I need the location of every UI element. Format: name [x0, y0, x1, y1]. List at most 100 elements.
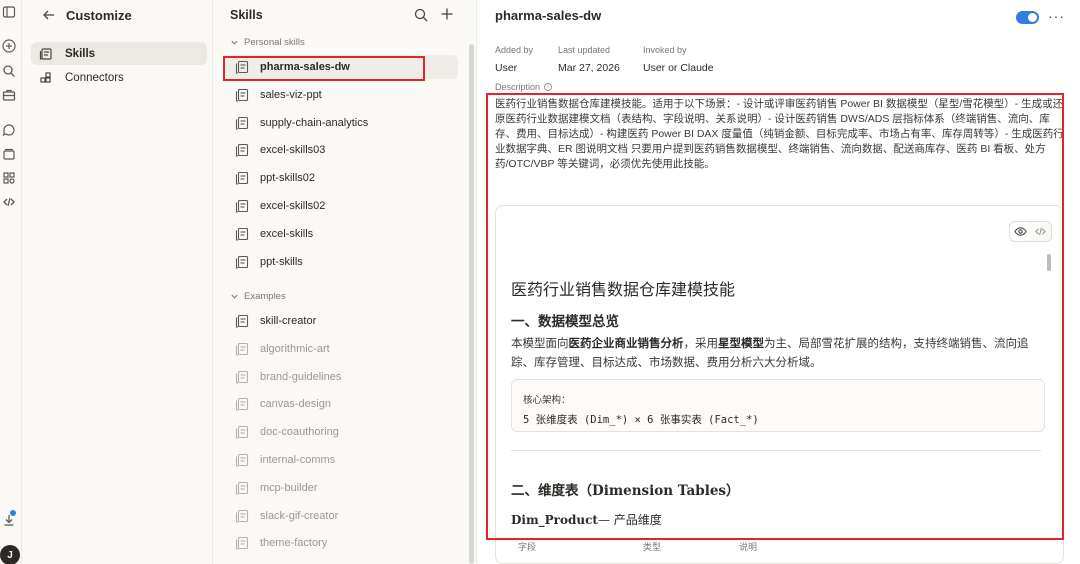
- table-header-cell: 类型: [643, 542, 662, 552]
- info-icon[interactable]: i: [544, 83, 553, 91]
- skill-item-algorithmic-art[interactable]: algorithmic-art: [224, 337, 458, 361]
- section-examples[interactable]: Examples: [230, 291, 286, 302]
- meta-added-by: Added by User: [495, 45, 533, 74]
- skill-enabled-toggle[interactable]: [1016, 11, 1039, 24]
- briefcase-icon[interactable]: [1, 87, 17, 103]
- skill-item-label: algorithmic-art: [260, 342, 330, 355]
- skill-item-brand-guidelines[interactable]: brand-guidelines: [224, 365, 458, 389]
- skills-list-panel: Skills Personal skills pharma-sales-dw sa…: [213, 0, 477, 564]
- meta-invoked-by: Invoked by User or Claude: [643, 45, 714, 74]
- section-personal-skills[interactable]: Personal skills: [230, 37, 305, 48]
- skill-item-excel-skills02[interactable]: excel-skills02: [224, 194, 458, 218]
- skill-item-label: internal-comms: [260, 454, 336, 466]
- search-icon[interactable]: [413, 7, 429, 23]
- list-scrollbar[interactable]: [469, 44, 474, 564]
- skill-item-theme-factory[interactable]: theme-factory: [224, 531, 458, 555]
- meta-value: Mar 27, 2026: [558, 62, 620, 74]
- skill-item-label: ppt-skills02: [260, 172, 316, 185]
- icon-rail: J: [0, 0, 22, 564]
- skill-item-label: skill-creator: [260, 315, 317, 327]
- stack-icon[interactable]: [1, 146, 17, 162]
- skill-item-excel-skills03[interactable]: excel-skills03: [224, 138, 458, 162]
- skill-detail-panel: pharma-sales-dw ··· Added by User Last u…: [478, 0, 1080, 564]
- skill-file-icon: [235, 255, 249, 269]
- code-icon[interactable]: [1, 194, 17, 210]
- skill-item-excel-skills[interactable]: excel-skills: [224, 222, 458, 246]
- avatar[interactable]: J: [0, 545, 20, 564]
- skill-item-label: ppt-skills: [260, 255, 303, 268]
- nav-item-label: Connectors: [65, 71, 124, 84]
- skill-item-doc-coauthoring[interactable]: doc-coauthoring: [224, 420, 458, 444]
- customize-title: Customize: [66, 8, 132, 23]
- skill-item-label: excel-skills: [260, 227, 314, 240]
- skill-item-label: slack-gif-creator: [260, 509, 339, 522]
- skill-item-internal-comms[interactable]: internal-comms: [224, 448, 458, 472]
- skill-item-label: supply-chain-analytics: [260, 116, 369, 129]
- skill-item-label: canvas-design: [260, 398, 331, 411]
- skill-file-icon: [235, 227, 249, 241]
- skill-item-mcp-builder[interactable]: mcp-builder: [224, 476, 458, 500]
- skill-file-icon: [235, 88, 249, 102]
- skill-item-label: theme-factory: [260, 537, 328, 550]
- skill-item-label: excel-skills02: [260, 200, 326, 212]
- skill-item-label: excel-skills03: [260, 144, 326, 157]
- skill-item-slack-gif-creator[interactable]: slack-gif-creator: [224, 504, 458, 528]
- skill-item-label: sales-viz-ppt: [260, 88, 322, 101]
- back-arrow-icon[interactable]: [41, 7, 57, 23]
- add-skill-button[interactable]: [439, 6, 455, 22]
- description-label-text: Description: [495, 82, 541, 92]
- meta-key: Last updated: [558, 45, 611, 55]
- selection-highlight: [223, 56, 425, 81]
- connectors-icon: [39, 71, 53, 85]
- skills-title: Skills: [230, 8, 263, 22]
- meta-last-updated: Last updated Mar 27, 2026: [558, 45, 620, 74]
- nav-item-label: Skills: [65, 47, 96, 60]
- skills-icon: [39, 47, 53, 61]
- chevron-down-icon: [231, 294, 238, 299]
- chat-icon[interactable]: [1, 122, 17, 138]
- skill-file-icon: [235, 536, 249, 550]
- skill-file-icon: [235, 171, 249, 185]
- sidebar-toggle-icon[interactable]: [1, 4, 17, 20]
- meta-value: User or Claude: [643, 62, 714, 74]
- skill-item-label: brand-guidelines: [260, 370, 342, 383]
- skill-file-icon: [235, 314, 249, 328]
- skill-title: pharma-sales-dw: [495, 8, 602, 23]
- plus-icon[interactable]: [1, 38, 17, 54]
- nav-item-connectors[interactable]: Connectors: [31, 66, 207, 89]
- description-label: Description i: [495, 82, 553, 92]
- skill-file-icon: [235, 342, 249, 356]
- skill-item-skill-creator[interactable]: skill-creator: [224, 309, 458, 333]
- toggle-knob: [1028, 13, 1037, 22]
- skill-item-canvas-design[interactable]: canvas-design: [224, 392, 458, 416]
- skill-file-icon: [235, 397, 249, 411]
- chevron-down-icon: [231, 40, 238, 45]
- more-options-button[interactable]: ···: [1048, 8, 1065, 24]
- skill-item-ppt-skills[interactable]: ppt-skills: [224, 250, 458, 274]
- table-header-cell: 说明: [739, 542, 758, 552]
- customize-panel: Customize Skills Connectors: [22, 0, 213, 564]
- update-badge: [10, 510, 16, 516]
- avatar-initial: J: [7, 549, 13, 561]
- table-header-cell: 字段: [518, 542, 537, 552]
- skill-item-ppt-skills02[interactable]: ppt-skills02: [224, 166, 458, 190]
- skill-item-label: doc-coauthoring: [260, 426, 339, 439]
- skill-file-icon: [235, 481, 249, 495]
- meta-key: Invoked by: [643, 45, 687, 55]
- skill-item-supply-chain-analytics[interactable]: supply-chain-analytics: [224, 111, 458, 135]
- nav-item-skills[interactable]: Skills: [31, 42, 207, 65]
- search-icon[interactable]: [1, 63, 17, 79]
- skill-file-icon: [235, 453, 249, 467]
- skill-file-icon: [235, 199, 249, 213]
- section-label: Examples: [244, 291, 286, 302]
- skill-item-sales-viz-ppt[interactable]: sales-viz-ppt: [224, 83, 458, 107]
- section-label: Personal skills: [244, 37, 305, 48]
- description-highlight: [486, 93, 1064, 540]
- meta-value: User: [495, 62, 518, 74]
- skill-file-icon: [235, 143, 249, 157]
- skill-item-label: mcp-builder: [260, 481, 318, 494]
- skill-file-icon: [235, 116, 249, 130]
- skill-file-icon: [235, 370, 249, 384]
- grid-icon[interactable]: [1, 170, 17, 186]
- meta-key: Added by: [495, 45, 534, 55]
